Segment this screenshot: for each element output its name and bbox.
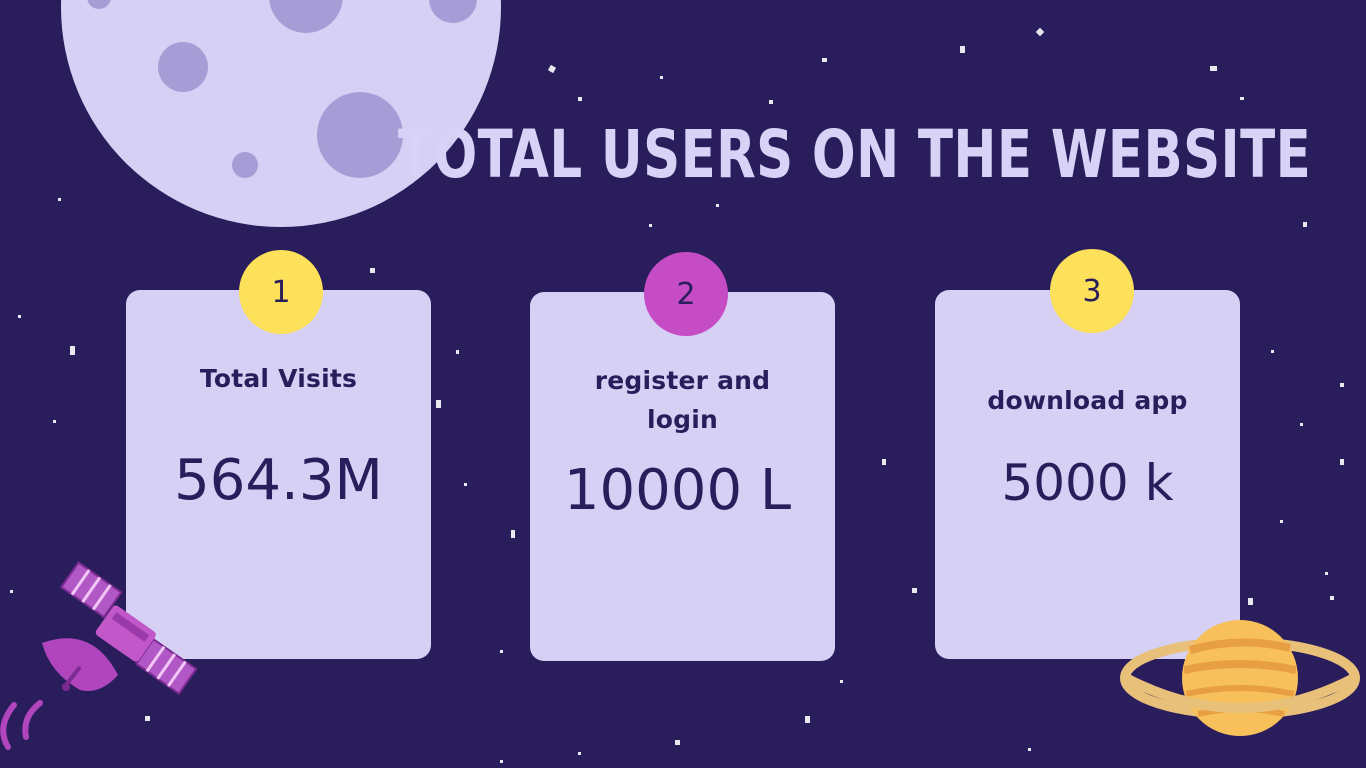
star-icon xyxy=(370,268,375,273)
star-icon xyxy=(18,315,21,318)
crater xyxy=(87,0,111,9)
crater xyxy=(429,0,477,23)
star-icon xyxy=(456,350,459,354)
card-label: register and login xyxy=(594,366,771,434)
star-icon xyxy=(1035,27,1045,37)
star-icon xyxy=(1280,520,1283,523)
star-icon xyxy=(547,64,557,74)
star-icon xyxy=(500,650,503,653)
card-value: 564.3M xyxy=(174,448,383,513)
star-icon xyxy=(716,204,719,207)
satellite-illustration xyxy=(0,561,198,750)
star-icon xyxy=(1240,97,1244,100)
star-icon xyxy=(53,420,56,423)
star-icon xyxy=(1248,598,1253,605)
star-icon xyxy=(511,530,515,538)
star-icon xyxy=(1300,423,1303,426)
star-icon xyxy=(1028,748,1031,751)
star-icon xyxy=(805,716,810,723)
card-number-badge: 2 xyxy=(644,252,728,336)
star-icon xyxy=(882,459,886,465)
star-icon xyxy=(912,588,917,593)
card-value: 5000 k xyxy=(1001,454,1174,512)
star-icon xyxy=(70,346,75,355)
star-icon xyxy=(675,740,680,745)
card-number-badge: 1 xyxy=(239,250,323,334)
star-icon xyxy=(1210,66,1217,71)
crater xyxy=(232,152,258,178)
stat-card-register-login: register and login 10000 L xyxy=(530,292,835,661)
star-icon xyxy=(578,752,581,755)
star-icon xyxy=(1325,572,1328,575)
card-number-badge: 3 xyxy=(1050,249,1134,333)
saturn-illustration xyxy=(1120,620,1360,736)
star-icon xyxy=(840,680,843,683)
star-icon xyxy=(1340,383,1344,387)
star-icon xyxy=(1303,222,1307,227)
slide-canvas: TOTAL USERS ON THE WEBSITE Total Visits … xyxy=(0,0,1366,768)
star-icon xyxy=(822,58,827,62)
star-icon xyxy=(769,100,773,104)
star-icon xyxy=(660,76,663,79)
card-label: Total Visits xyxy=(199,364,358,393)
star-icon xyxy=(1340,459,1344,465)
stat-card-download-app: download app 5000 k xyxy=(935,290,1240,659)
star-icon xyxy=(578,97,582,101)
star-icon xyxy=(58,198,61,201)
star-icon xyxy=(436,400,441,408)
star-icon xyxy=(464,483,467,486)
card-value: 10000 L xyxy=(563,458,792,523)
star-icon xyxy=(1330,596,1334,600)
crater xyxy=(317,92,403,178)
card-label: download app xyxy=(987,386,1188,415)
star-icon xyxy=(649,224,652,227)
crater xyxy=(269,0,343,33)
star-icon xyxy=(960,46,965,53)
star-icon xyxy=(500,760,503,763)
star-icon xyxy=(1271,350,1274,353)
crater xyxy=(158,42,208,92)
page-title: TOTAL USERS ON THE WEBSITE xyxy=(398,116,1312,193)
